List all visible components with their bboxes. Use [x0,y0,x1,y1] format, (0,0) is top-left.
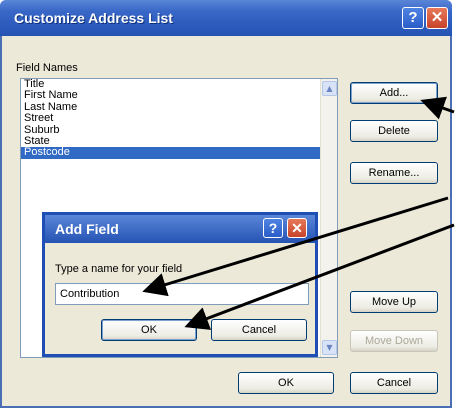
arrow-to-ok-button [184,223,455,330]
arrow-to-add-button [420,96,455,120]
annotation-arrows [142,96,455,330]
